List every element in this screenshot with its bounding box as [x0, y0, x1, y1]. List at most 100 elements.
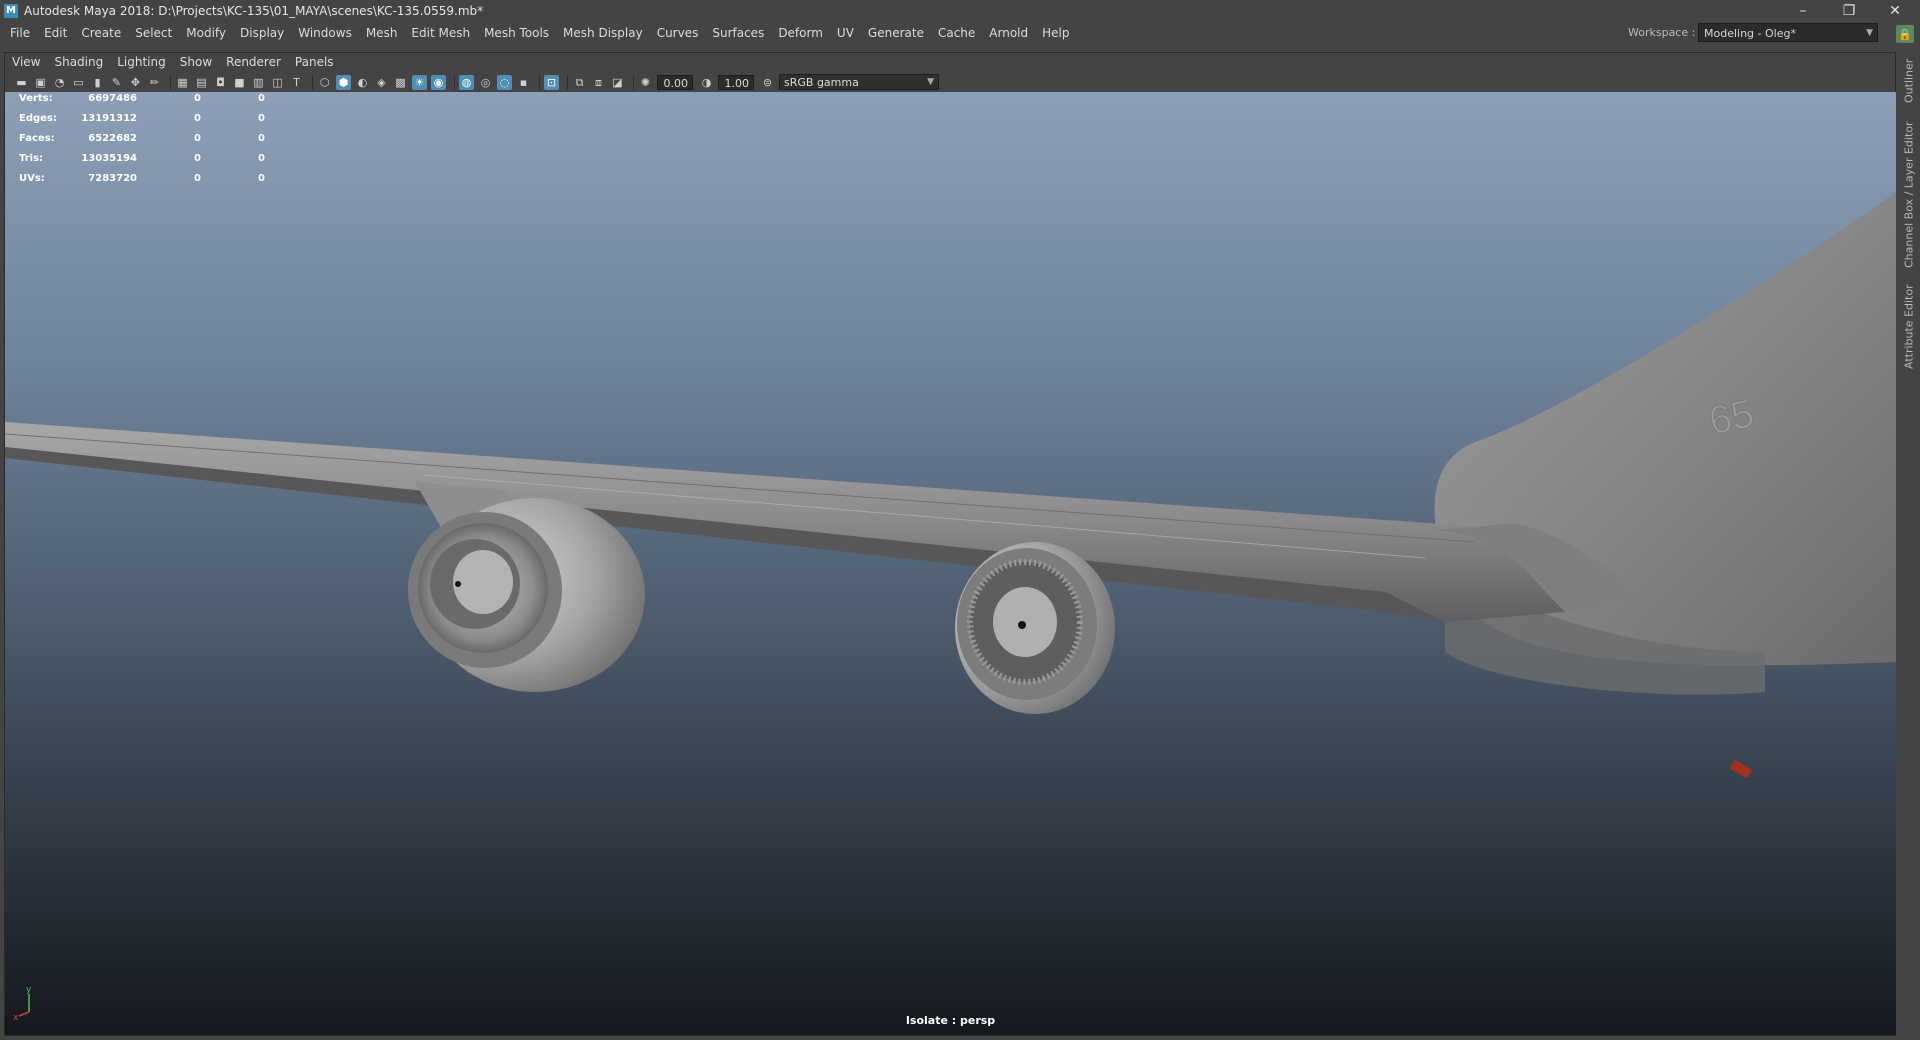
image-plane-icon[interactable]: ▭: [71, 75, 86, 90]
wireframe-on-shaded-icon[interactable]: ◐: [355, 75, 370, 90]
grid-icon[interactable]: ▦: [175, 75, 190, 90]
toolbar-divider: [170, 74, 171, 90]
restore-button[interactable]: ❐: [1826, 0, 1872, 21]
side-tab-channel-box[interactable]: Channel Box / Layer Editor: [1900, 120, 1918, 270]
menu-uv[interactable]: UV: [830, 26, 861, 40]
hud-component: 0: [258, 133, 265, 144]
grease-pencil-icon[interactable]: ✎: [109, 75, 124, 90]
poly-count-hud: Verts: 6697486 0 0 Edges: 13191312 0 0 F…: [19, 92, 265, 192]
use-all-lights-icon[interactable]: ▩: [393, 75, 408, 90]
minimize-button[interactable]: –: [1780, 0, 1826, 21]
axis-y-label: y: [26, 985, 32, 995]
hud-label: UVs:: [19, 173, 45, 184]
gate-mask-icon[interactable]: ■: [232, 75, 247, 90]
menu-cache[interactable]: Cache: [931, 26, 982, 40]
bookmark-icon[interactable]: ▮: [90, 75, 105, 90]
hud-label: Verts:: [19, 93, 53, 104]
resolution-gate-icon[interactable]: ◘: [213, 75, 228, 90]
panel-menu-renderer[interactable]: Renderer: [219, 55, 288, 69]
panel-menu-lighting[interactable]: Lighting: [110, 55, 173, 69]
menu-mesh-display[interactable]: Mesh Display: [556, 26, 650, 40]
hud-value: 13035194: [81, 153, 137, 164]
menu-create[interactable]: Create: [74, 26, 128, 40]
workspace-dropdown[interactable]: Modeling - Oleg* ▼: [1698, 23, 1878, 42]
panel-menu-panels[interactable]: Panels: [288, 55, 341, 69]
chevron-down-icon: ▼: [927, 77, 934, 87]
menu-generate[interactable]: Generate: [861, 26, 931, 40]
exposure-icon[interactable]: ✺: [638, 75, 653, 90]
isolate-select-icon[interactable]: ⊡: [544, 74, 559, 90]
menu-modify[interactable]: Modify: [179, 26, 233, 40]
motion-blur-icon[interactable]: ▪: [516, 75, 531, 90]
scene-render: 65: [5, 192, 1896, 779]
gamma-icon[interactable]: ◑: [699, 75, 714, 90]
hud-value: 7283720: [88, 173, 137, 184]
hud-selected: 0: [194, 93, 201, 104]
hud-selected: 0: [194, 133, 201, 144]
panel-menu-view[interactable]: View: [4, 55, 47, 69]
toolbar-divider: [633, 74, 634, 90]
menu-arnold[interactable]: Arnold: [982, 26, 1035, 40]
lock-icon[interactable]: 🔒: [1896, 25, 1914, 43]
close-button[interactable]: ✕: [1872, 0, 1918, 21]
safe-action-icon[interactable]: ◫: [270, 75, 285, 90]
menu-help[interactable]: Help: [1035, 26, 1076, 40]
two-sided-lighting-icon[interactable]: ⧉: [572, 75, 587, 90]
menu-edit[interactable]: Edit: [37, 26, 74, 40]
menu-select[interactable]: Select: [128, 26, 179, 40]
3d-viewport[interactable]: 65 Verts: 6697486 0 0 Edges: 13191312 0 …: [5, 92, 1896, 1035]
hud-selected: 0: [194, 153, 201, 164]
xray-icon[interactable]: ◍: [459, 74, 474, 90]
wireframe-icon[interactable]: ⬡: [317, 75, 332, 90]
view-transform-dropdown[interactable]: sRGB gamma ▼: [779, 74, 939, 90]
menu-windows[interactable]: Windows: [291, 26, 359, 40]
workspace-label: Workspace :: [1628, 26, 1696, 39]
panel-menu-show[interactable]: Show: [173, 55, 219, 69]
camera-bookmark-icon[interactable]: ◔: [52, 75, 67, 90]
smooth-shade-icon[interactable]: ⬢: [336, 74, 351, 90]
move-icon[interactable]: ✥: [128, 75, 143, 90]
menu-file[interactable]: File: [0, 26, 37, 40]
fuselage-number: 65: [1705, 391, 1758, 443]
menu-surfaces[interactable]: Surfaces: [705, 26, 771, 40]
field-chart-icon[interactable]: ▥: [251, 75, 266, 90]
right-engine-spinner-tip: [1018, 621, 1026, 629]
menu-curves[interactable]: Curves: [650, 26, 706, 40]
toolbar-divider: [454, 74, 455, 90]
xray-joints-icon[interactable]: ◎: [478, 75, 493, 90]
backface-culling-icon[interactable]: ⧈: [591, 75, 606, 90]
panel-toolbar: ▬ ▣ ◔ ▭ ▮ ✎ ✥ ✏ ▦ ▤ ◘ ■ ▥ ◫ T ⬡ ⬢ ◐ ◈ ▩ …: [4, 72, 1894, 92]
hud-component: 0: [258, 113, 265, 124]
film-gate-icon[interactable]: ▤: [194, 75, 209, 90]
ambient-occlusion-icon[interactable]: ◉: [431, 74, 446, 90]
hud-label: Edges:: [19, 113, 57, 124]
hud-icon[interactable]: ◪: [610, 75, 625, 90]
gamma-field[interactable]: 1.00: [718, 74, 754, 90]
side-tab-attribute-editor[interactable]: Attribute Editor: [1900, 282, 1918, 372]
panel-menu-shading[interactable]: Shading: [47, 55, 110, 69]
menu-edit-mesh[interactable]: Edit Mesh: [404, 26, 477, 40]
menu-mesh[interactable]: Mesh: [359, 26, 405, 40]
hud-component: 0: [258, 93, 265, 104]
xray-components-icon[interactable]: ◌: [497, 74, 512, 90]
textured-icon[interactable]: ◈: [374, 75, 389, 90]
camera-icon[interactable]: ▬: [14, 75, 29, 90]
side-tab-outliner[interactable]: Outliner: [1900, 55, 1918, 107]
workspace-value: Modeling - Oleg*: [1704, 27, 1796, 40]
camera-attributes-icon[interactable]: ▣: [33, 75, 48, 90]
hud-row-uvs: UVs: 7283720 0 0: [19, 172, 265, 192]
pencil-icon[interactable]: ✏: [147, 75, 162, 90]
title-bar: M Autodesk Maya 2018: D:\Projects\KC-135…: [0, 0, 1920, 21]
menu-display[interactable]: Display: [233, 26, 291, 40]
menu-deform[interactable]: Deform: [771, 26, 830, 40]
color-management-icon[interactable]: ⊜: [760, 75, 775, 90]
hud-value: 13191312: [81, 113, 137, 124]
shadows-icon[interactable]: ☀: [412, 74, 427, 90]
left-engine-spinner: [453, 550, 513, 614]
menu-mesh-tools[interactable]: Mesh Tools: [477, 26, 556, 40]
chevron-down-icon: ▼: [1866, 28, 1873, 38]
toolbar-divider: [312, 74, 313, 90]
safe-title-icon[interactable]: T: [289, 75, 304, 90]
exposure-field[interactable]: 0.00: [657, 74, 693, 90]
hud-label: Faces:: [19, 133, 55, 144]
